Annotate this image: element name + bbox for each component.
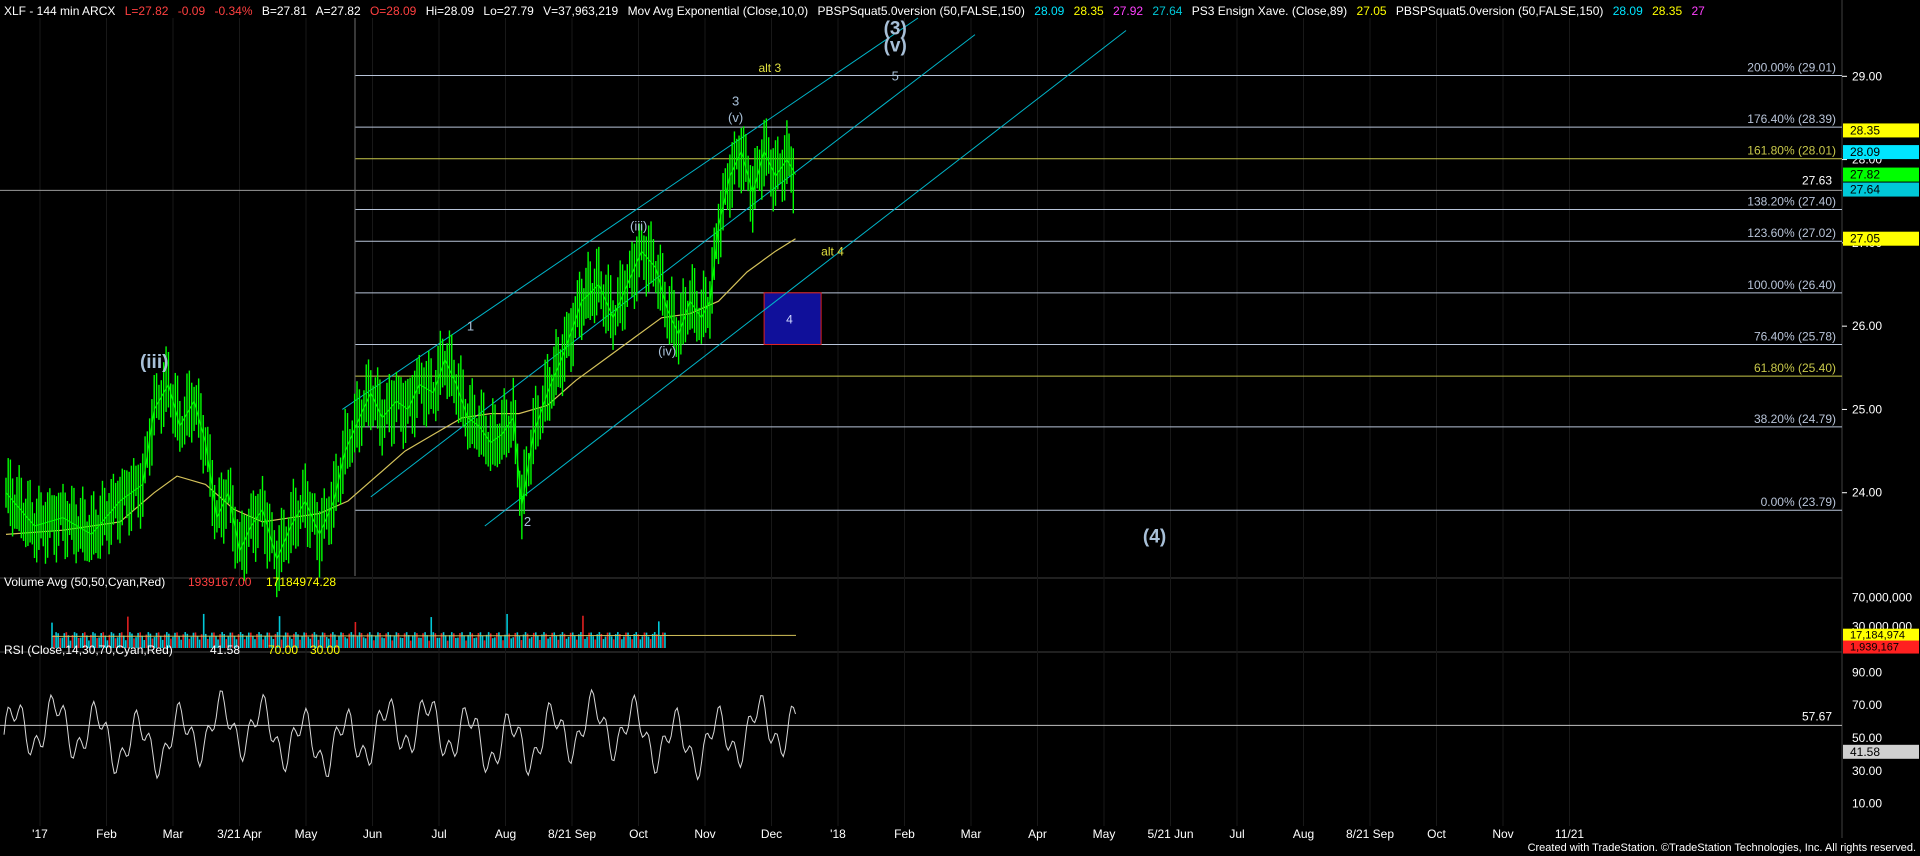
- x-tick-label: 5/21 Jun: [1147, 827, 1193, 841]
- x-tick-label: '17: [32, 827, 48, 841]
- horizontal-level-label: 27.63: [1802, 173, 1832, 187]
- rsi-value: 41.58: [210, 643, 240, 657]
- x-tick-label: Mar: [163, 827, 184, 841]
- volume-badge-label: 1,939,167: [1850, 642, 1899, 654]
- x-tick-label: Oct: [629, 827, 648, 841]
- fib-level-label: 0.00% (23.79): [1761, 495, 1836, 509]
- rsi-line: [3, 688, 796, 781]
- x-tick-label: May: [295, 827, 318, 841]
- x-tick-label: Apr: [1028, 827, 1047, 841]
- channel-line: [370, 34, 976, 498]
- volume-value-2: 17184974.28: [266, 575, 336, 589]
- price-chart[interactable]: 200.00% (29.01)176.40% (28.39)161.80% (2…: [0, 0, 1920, 856]
- y-tick-label: 24.00: [1852, 486, 1882, 500]
- x-tick-label: May: [1093, 827, 1116, 841]
- y-tick-label: 26.00: [1852, 319, 1882, 333]
- price-badge-label: 27.82: [1850, 168, 1880, 182]
- wave-label: 3: [732, 93, 739, 108]
- channel-line: [484, 30, 1127, 527]
- volume-badge-label: 17,184,974: [1850, 630, 1905, 642]
- wave-label: alt 3: [758, 61, 781, 75]
- fib-level-label: 200.00% (29.01): [1747, 60, 1836, 74]
- rsi-panel: RSI (Close,14,30,70,Cyan,Red) 41.58 70.00 3…: [0, 643, 1842, 781]
- wave-label: (v): [728, 110, 743, 125]
- wave-label: (4): [1143, 527, 1166, 548]
- y-tick-label: 29.00: [1852, 69, 1882, 83]
- rsi-tick-label: 30.00: [1852, 764, 1882, 778]
- wave-label: 5: [892, 68, 899, 83]
- fib-level-label: 61.80% (25.40): [1754, 361, 1836, 375]
- x-tick-label: Mar: [961, 827, 982, 841]
- x-tick-label: Dec: [761, 827, 782, 841]
- wave-label: (iv): [658, 343, 676, 358]
- x-tick-label: 3/21 Apr: [217, 827, 262, 841]
- x-tick-label: Jun: [363, 827, 382, 841]
- x-tick-label: Oct: [1427, 827, 1446, 841]
- grid-layer: [0, 0, 1843, 838]
- footer-copyright: Created with TradeStation. ©TradeStation…: [1527, 842, 1916, 854]
- fib-level-label: 138.20% (27.40): [1747, 195, 1836, 209]
- wave-label: (v): [884, 35, 907, 56]
- x-tick-label: Nov: [1492, 827, 1513, 841]
- rsi-tick-label: 50.00: [1852, 731, 1882, 745]
- x-tick-label: Nov: [694, 827, 715, 841]
- volume-panel: Volume Avg (50,50,Cyan,Red) 1939167.00 171…: [4, 575, 797, 648]
- wave-label: (iii): [140, 352, 169, 373]
- wave-label: 1: [467, 318, 474, 333]
- wave-label: (iii): [630, 218, 647, 233]
- price-badge-label: 28.35: [1850, 123, 1880, 137]
- price-badge-label: 27.05: [1850, 232, 1880, 246]
- rsi-level-label: 57.67: [1802, 709, 1832, 723]
- x-tick-label: Jul: [431, 827, 446, 841]
- y-tick-label: 25.00: [1852, 402, 1882, 416]
- price-badge-label: 28.09: [1850, 145, 1880, 159]
- fib-level-label: 100.00% (26.40): [1747, 278, 1836, 292]
- channel-line: [342, 17, 919, 410]
- x-tick-label: Feb: [96, 827, 117, 841]
- fib-level-label: 176.40% (28.39): [1747, 112, 1836, 126]
- rsi-badge-label: 41.58: [1850, 745, 1880, 759]
- x-tick-label: 8/21 Sep: [548, 827, 596, 841]
- volume-average-line: [51, 634, 797, 637]
- target-box-label: 4: [786, 313, 793, 327]
- volume-panel-label: Volume Avg (50,50,Cyan,Red): [4, 575, 165, 589]
- price-badge-label: 27.64: [1850, 183, 1880, 197]
- rsi-os: 30.00: [310, 643, 340, 657]
- x-tick-label: Aug: [495, 827, 516, 841]
- volume-tick-label: 70,000,000: [1852, 590, 1912, 604]
- wave-label: 2: [524, 514, 531, 529]
- x-tick-label: Feb: [894, 827, 915, 841]
- x-tick-label: '18: [830, 827, 846, 841]
- fib-level-label: 161.80% (28.01): [1747, 144, 1836, 158]
- fib-level-label: 76.40% (25.78): [1754, 329, 1836, 343]
- fib-level-label: 123.60% (27.02): [1747, 226, 1836, 240]
- rsi-tick-label: 90.00: [1852, 665, 1882, 679]
- rsi-ob: 70.00: [268, 643, 298, 657]
- rsi-panel-label: RSI (Close,14,30,70,Cyan,Red): [4, 643, 173, 657]
- x-tick-label: 8/21 Sep: [1346, 827, 1394, 841]
- fib-level-label: 38.20% (24.79): [1754, 412, 1836, 426]
- x-tick-label: 11/21: [1555, 827, 1584, 841]
- wave-label: alt 4: [821, 244, 844, 258]
- rsi-tick-label: 10.00: [1852, 797, 1882, 811]
- x-tick-label: Aug: [1293, 827, 1314, 841]
- x-tick-label: Jul: [1229, 827, 1244, 841]
- main-plot: 200.00% (29.01)176.40% (28.39)161.80% (2…: [0, 17, 1842, 598]
- volume-value-1: 1939167.00: [188, 575, 252, 589]
- rsi-tick-label: 70.00: [1852, 698, 1882, 712]
- price-line: [5, 149, 796, 561]
